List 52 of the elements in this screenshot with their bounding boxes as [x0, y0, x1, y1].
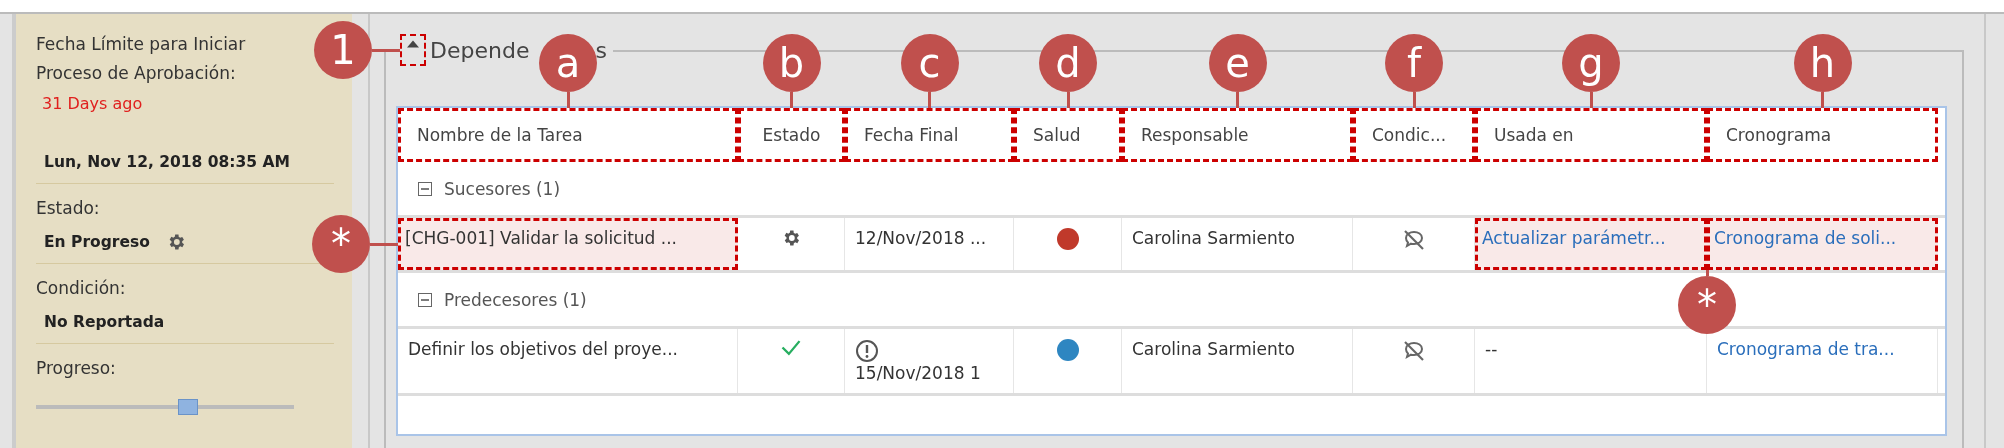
task-link[interactable]: Cronograma de tra...: [1707, 329, 1938, 393]
task-link[interactable]: Actualizar parámetr...: [1475, 218, 1707, 270]
callout-marker: b: [762, 34, 821, 92]
table-cell: --: [1475, 329, 1707, 393]
leader-line: [372, 48, 400, 52]
field-label: Progreso:: [36, 357, 117, 380]
task-link[interactable]: Cronograma de soli...: [1707, 218, 1938, 270]
leader-line: [370, 242, 398, 246]
section-title: s: [595, 37, 607, 63]
table-cell: 12/Nov/2018 ...: [845, 218, 1014, 270]
slider-thumb[interactable]: [178, 399, 199, 415]
table-cell: Carolina Sarmiento: [1122, 329, 1353, 393]
field-value: No Reportada: [43, 312, 166, 333]
section-title: Depende: [430, 37, 530, 63]
collapse-toggle[interactable]: [400, 34, 426, 66]
callout-marker: f: [1385, 34, 1443, 92]
hidden-comment-icon: [1401, 339, 1426, 363]
collapse-icon[interactable]: [418, 181, 432, 196]
group-label: Predecesores (1): [444, 289, 587, 310]
column-header[interactable]: Responsable: [1122, 108, 1353, 162]
callout-marker: *: [312, 215, 370, 273]
collapse-icon[interactable]: [418, 292, 432, 307]
table-cell: Definir los objetivos del proye...: [398, 329, 738, 393]
overdue-text: 31 Days ago: [42, 94, 144, 113]
callout-marker: g: [1562, 34, 1620, 92]
warning-icon: [855, 339, 879, 363]
callout-marker: a: [539, 34, 597, 92]
callout-marker: e: [1208, 34, 1267, 92]
column-header[interactable]: Cronograma: [1707, 108, 1938, 162]
field-label: Fecha Límite para Iniciar Proceso de Aprobación:: [36, 33, 247, 85]
column-header[interactable]: Salud: [1014, 108, 1122, 162]
callout-marker: *: [1678, 276, 1736, 334]
field-label: Estado:: [36, 197, 101, 220]
callout-marker: c: [900, 34, 959, 92]
column-header[interactable]: Usada en: [1475, 108, 1707, 162]
caret-icon: [407, 40, 419, 48]
field-value: Lun, Nov 12, 2018 08:35 AM: [43, 152, 291, 173]
field-value: En Progreso: [44, 232, 150, 253]
field-label: Condición:: [36, 277, 127, 300]
column-header[interactable]: Condic...: [1353, 108, 1475, 162]
column-header[interactable]: Estado: [738, 108, 845, 162]
check-icon: [780, 339, 802, 356]
table-cell: 15/Nov/2018 1: [845, 329, 1014, 393]
hidden-comment-icon: [1401, 228, 1426, 252]
column-header[interactable]: Fecha Final: [845, 108, 1014, 162]
callout-marker: 1: [314, 21, 372, 79]
table-cell: [CHG-001] Validar la solicitud ...: [398, 218, 738, 270]
column-header[interactable]: Nombre de la Tarea: [398, 108, 738, 162]
group-label: Sucesores (1): [444, 178, 561, 199]
table-cell: Carolina Sarmiento: [1122, 218, 1353, 270]
callout-marker: h: [1793, 34, 1852, 92]
callout-marker: d: [1039, 34, 1097, 92]
